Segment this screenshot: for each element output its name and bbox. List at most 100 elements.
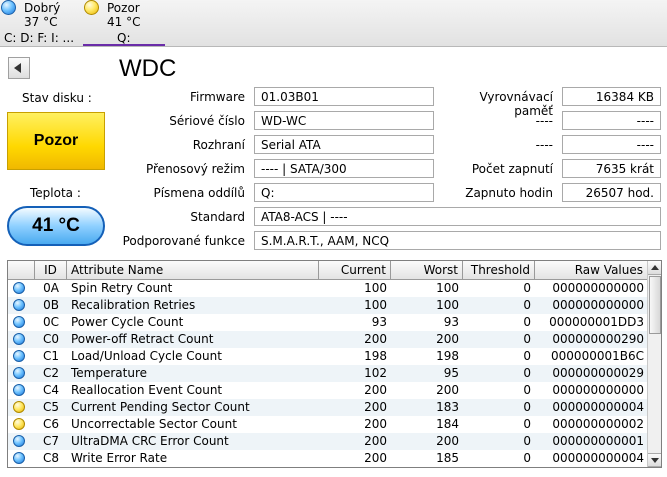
scroll-up-button[interactable] bbox=[648, 261, 661, 275]
column-header-raw-values[interactable]: Raw Values bbox=[535, 261, 648, 279]
table-row[interactable]: C2 Temperature 102 95 0 000000000029 bbox=[8, 365, 648, 382]
column-header-status[interactable] bbox=[8, 261, 35, 279]
cell-threshold: 0 bbox=[523, 332, 531, 346]
cell-id: C1 bbox=[42, 349, 59, 363]
drive-letters-field: Q: bbox=[254, 183, 434, 202]
cell-id: 0C bbox=[42, 315, 59, 329]
cell-attribute-name: Current Pending Sector Count bbox=[71, 400, 250, 414]
features-field: S.M.A.R.T., AAM, NCQ bbox=[254, 231, 661, 250]
cell-id: C0 bbox=[42, 332, 59, 346]
table-row[interactable]: 0C Power Cycle Count 93 93 0 000000001DD3 bbox=[8, 314, 648, 331]
table-row[interactable]: C0 Power-off Retract Count 200 200 0 00000000… bbox=[8, 331, 648, 348]
cell-current: 200 bbox=[364, 400, 387, 414]
table-row[interactable]: C5 Current Pending Sector Count 200 183 0 000… bbox=[8, 399, 648, 416]
cell-threshold: 0 bbox=[523, 315, 531, 329]
cell-raw-value: 000000001B6C bbox=[551, 349, 644, 363]
cell-current: 102 bbox=[364, 366, 387, 380]
cell-raw-value: 000000000029 bbox=[552, 366, 644, 380]
buffer-field: 16384 KB bbox=[562, 87, 661, 106]
column-header-id[interactable]: ID bbox=[35, 261, 67, 279]
cell-threshold: 0 bbox=[523, 383, 531, 397]
cell-current: 100 bbox=[364, 281, 387, 295]
disk-tab-status: Pozor bbox=[107, 1, 140, 15]
cell-attribute-name: Spin Retry Count bbox=[71, 281, 173, 295]
cell-worst: 198 bbox=[436, 349, 459, 363]
health-status-badge[interactable]: Pozor bbox=[7, 112, 105, 170]
unknown-field-2: ---- bbox=[562, 135, 661, 154]
cell-raw-value: 000000000001 bbox=[552, 434, 644, 448]
status-good-icon bbox=[13, 299, 25, 311]
table-row[interactable]: 0A Spin Retry Count 100 100 0 000000000000 bbox=[8, 280, 648, 297]
cell-id: C4 bbox=[42, 383, 59, 397]
status-caution-icon bbox=[13, 401, 25, 413]
scroll-thumb[interactable] bbox=[649, 276, 661, 334]
cell-attribute-name: Load/Unload Cycle Count bbox=[71, 349, 222, 363]
previous-disk-button[interactable] bbox=[8, 57, 30, 79]
cell-threshold: 0 bbox=[523, 417, 531, 431]
table-row[interactable]: C7 UltraDMA CRC Error Count 200 200 0 0000000… bbox=[8, 433, 648, 450]
cell-id: 0B bbox=[43, 298, 59, 312]
status-good-icon bbox=[13, 435, 25, 447]
table-row[interactable]: C4 Reallocation Event Count 200 200 0 0000000… bbox=[8, 382, 648, 399]
cell-worst: 100 bbox=[436, 281, 459, 295]
cell-worst: 95 bbox=[443, 366, 459, 380]
cell-worst: 200 bbox=[436, 332, 459, 346]
cell-current: 200 bbox=[364, 383, 387, 397]
status-good-icon bbox=[1, 0, 16, 15]
cell-attribute-name: Power-off Retract Count bbox=[71, 332, 214, 346]
temperature-label: Teplota : bbox=[30, 186, 81, 200]
interface-field: Serial ATA bbox=[254, 135, 434, 154]
unknown-label-2: ---- bbox=[535, 138, 553, 152]
cell-threshold: 0 bbox=[523, 400, 531, 414]
table-header: ID Attribute Name Current Worst Threshol… bbox=[8, 261, 648, 280]
arrow-down-icon bbox=[651, 458, 659, 463]
table-row[interactable]: 0B Recalibration Retries 100 100 0 0000000000… bbox=[8, 297, 648, 314]
disk-tab-letters: Q: bbox=[117, 31, 131, 45]
table-row[interactable]: C6 Uncorrectable Sector Count 200 184 0 00000… bbox=[8, 416, 648, 433]
status-good-icon bbox=[13, 452, 25, 464]
table-row[interactable]: C8 Write Error Rate 200 185 0 000000000004 bbox=[8, 450, 648, 467]
disk-tab-temp: 41 °C bbox=[107, 15, 141, 29]
cell-id: C8 bbox=[42, 451, 59, 465]
cell-raw-value: 000000000000 bbox=[552, 281, 644, 295]
smart-attribute-table[interactable]: ID Attribute Name Current Worst Threshol… bbox=[7, 260, 662, 468]
cell-raw-value: 000000000004 bbox=[552, 451, 644, 465]
column-header-current[interactable]: Current bbox=[319, 261, 391, 279]
table-row[interactable]: C1 Load/Unload Cycle Count 198 198 0 00000000… bbox=[8, 348, 648, 365]
cell-worst: 93 bbox=[443, 315, 459, 329]
status-good-icon bbox=[13, 316, 25, 328]
cell-attribute-name: Temperature bbox=[71, 366, 148, 380]
disk-tab-2[interactable]: Pozor 41 °C Q: bbox=[83, 0, 165, 46]
arrow-left-icon bbox=[14, 63, 21, 73]
status-caution-icon bbox=[13, 418, 25, 430]
cell-id: C7 bbox=[42, 434, 59, 448]
cell-attribute-name: Power Cycle Count bbox=[71, 315, 184, 329]
standard-field: ATA8-ACS | ---- bbox=[254, 207, 661, 226]
cell-id: C2 bbox=[42, 366, 59, 380]
cell-threshold: 0 bbox=[523, 281, 531, 295]
temperature-badge[interactable]: 41 °C bbox=[7, 206, 105, 246]
transfer-mode-label: Přenosový režim bbox=[145, 162, 245, 176]
disk-tab-temp: 37 °C bbox=[24, 15, 58, 29]
column-header-threshold[interactable]: Threshold bbox=[463, 261, 535, 279]
disk-tab-1[interactable]: Dobrý 37 °C C: D: F: I: ... bbox=[0, 0, 82, 46]
cell-raw-value: 000000000290 bbox=[552, 332, 644, 346]
firmware-label: Firmware bbox=[190, 90, 245, 104]
table-vertical-scrollbar[interactable] bbox=[647, 261, 661, 467]
cell-worst: 100 bbox=[436, 298, 459, 312]
column-header-attribute-name[interactable]: Attribute Name bbox=[67, 261, 319, 279]
cell-threshold: 0 bbox=[523, 434, 531, 448]
transfer-mode-field: ---- | SATA/300 bbox=[254, 159, 434, 178]
power-on-hours-label: Zapnuto hodin bbox=[465, 186, 553, 200]
status-good-icon bbox=[13, 384, 25, 396]
disk-tab-bar: Dobrý 37 °C C: D: F: I: ... Pozor 41 °C … bbox=[0, 0, 667, 47]
column-header-worst[interactable]: Worst bbox=[391, 261, 463, 279]
disk-tab-letters: C: D: F: I: ... bbox=[4, 31, 75, 45]
disk-tab-status: Dobrý bbox=[24, 1, 61, 15]
cell-id: C6 bbox=[42, 417, 59, 431]
status-good-icon bbox=[13, 333, 25, 345]
cell-raw-value: 000000000000 bbox=[552, 383, 644, 397]
firmware-field: 01.03B01 bbox=[254, 87, 434, 106]
status-good-icon bbox=[13, 282, 25, 294]
scroll-down-button[interactable] bbox=[648, 453, 661, 467]
